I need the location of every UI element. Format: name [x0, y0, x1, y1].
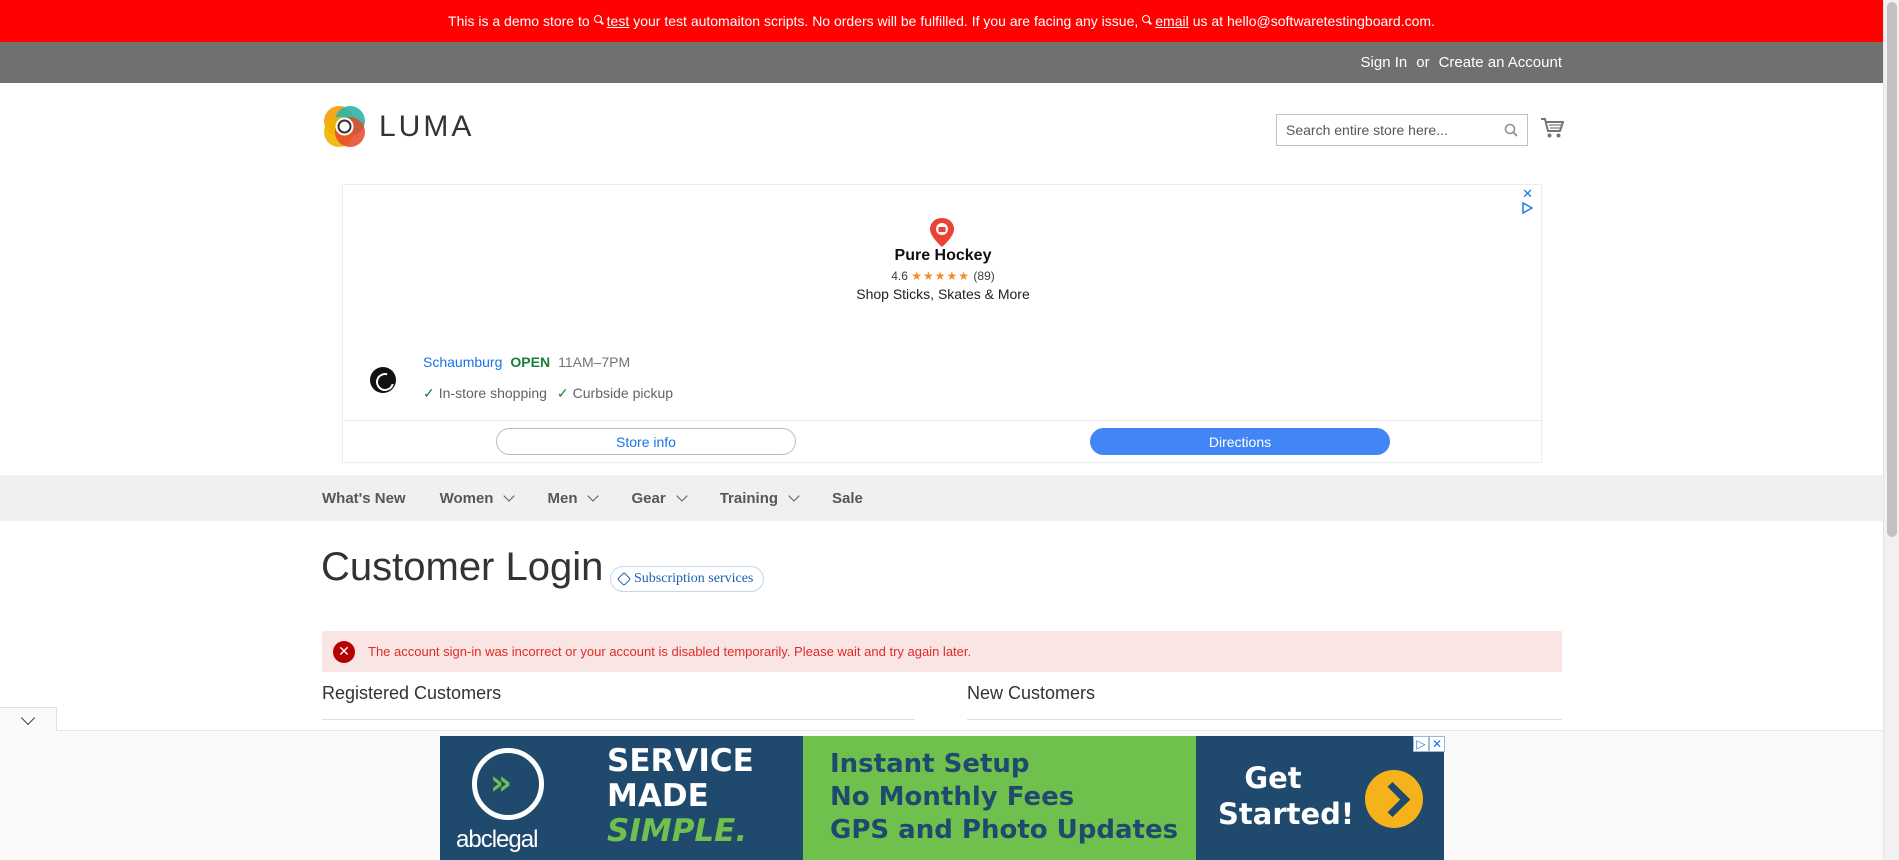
ad-headline-line: MADE — [607, 778, 709, 814]
registered-divider — [322, 719, 915, 720]
store-city[interactable]: Schaumburg — [423, 354, 502, 370]
rating-count: (89) — [973, 269, 995, 283]
close-icon[interactable]: ✕ — [1429, 736, 1445, 752]
create-account-link[interactable]: Create an Account — [1439, 54, 1562, 71]
demo-test-link[interactable]: test — [607, 13, 630, 29]
search-icon[interactable] — [1504, 123, 1518, 137]
page-title: Customer Login — [321, 545, 604, 589]
ad-feature-line: Instant Setup — [830, 749, 1030, 779]
search-input[interactable] — [1277, 115, 1497, 145]
ad-brand: abclegal — [456, 826, 538, 853]
nav-item-label: Sale — [832, 489, 863, 507]
scrollbar-thumb[interactable] — [1887, 2, 1897, 537]
demo-notice-text-3: us at hello@softwaretestingboard.com. — [1192, 13, 1435, 29]
rating-row: 4.6 ★★★★★ (89) — [343, 269, 1543, 283]
adchoices-icon[interactable] — [1521, 202, 1533, 214]
demo-notice-banner: This is a demo store to test your test a… — [0, 0, 1883, 42]
ad-cta-line: Started! — [1218, 797, 1355, 831]
double-chevron-icon: » — [490, 763, 512, 803]
header-panel: Sign In or Create an Account — [0, 42, 1883, 83]
cart-icon[interactable] — [1540, 117, 1564, 139]
chevron-down-icon — [788, 489, 800, 502]
nav-item-men[interactable]: Men — [547, 489, 600, 507]
nav-item-label: Women — [439, 489, 494, 507]
chevron-down-icon — [503, 489, 516, 502]
sign-in-link[interactable]: Sign In — [1361, 54, 1408, 71]
chevron-down-icon — [20, 710, 36, 726]
collapse-ad-button[interactable] — [0, 707, 57, 731]
logo-text: LUMA — [379, 109, 475, 143]
business-name[interactable]: Pure Hockey — [343, 247, 1543, 265]
chevron-down-icon — [587, 489, 600, 502]
ad-cta-text: Get Started! — [1218, 760, 1355, 832]
nav-item-women[interactable]: Women — [439, 489, 516, 507]
search-box — [1276, 114, 1528, 146]
nav-item-label: What's New — [322, 489, 406, 507]
demo-notice-text-2: your test automaiton scripts. No orders … — [633, 13, 1139, 29]
demo-notice-text-1: This is a demo store to — [448, 13, 590, 29]
ad-divider — [343, 420, 1543, 421]
ad-feature-line: No Monthly Fees — [830, 782, 1075, 812]
nav-list: What's New Women Men Gear Training Sale — [322, 475, 897, 521]
local-store-ad: ✕ Pure Hockey 4.6 ★★★★★ (89) Shop Sticks… — [342, 184, 1543, 463]
close-icon[interactable]: ✕ — [1522, 187, 1533, 202]
directions-button[interactable]: Directions — [1090, 428, 1390, 455]
error-text: The account sign-in was incorrect or you… — [368, 644, 972, 659]
adchoices-icon[interactable]: ▷ — [1413, 736, 1429, 752]
page-scrollbar[interactable] — [1883, 0, 1899, 860]
map-pin-icon — [930, 218, 954, 247]
search-icon — [1142, 15, 1152, 25]
badge-label: Subscription services — [634, 571, 754, 586]
store-features: ✓ In-store shopping ✓ Curbside pickup — [423, 385, 673, 402]
check-icon: ✓ — [556, 385, 569, 401]
rating-value: 4.6 — [891, 269, 908, 283]
open-status: OPEN — [510, 354, 551, 370]
demo-email-link[interactable]: email — [1155, 13, 1188, 29]
store-info-button[interactable]: Store info — [496, 428, 796, 455]
new-customers-title: New Customers — [967, 683, 1096, 703]
feature-item: ✓ In-store shopping — [423, 385, 547, 402]
ad-headline-line: SIMPLE. — [607, 813, 748, 849]
ad-headline-line: SERVICE — [607, 743, 754, 779]
ad-tagline: Shop Sticks, Skates & More — [856, 286, 1030, 302]
logo-link[interactable]: LUMA — [322, 104, 474, 149]
nav-item-label: Men — [547, 489, 578, 507]
feature-label: In-store shopping — [438, 385, 547, 401]
ad-features: Instant Setup No Monthly Fees GPS and Ph… — [830, 748, 1178, 847]
nav-item-whats-new[interactable]: What's New — [322, 490, 406, 507]
main-navigation: What's New Women Men Gear Training Sale — [0, 475, 1883, 521]
business-logo — [370, 367, 396, 393]
subscription-services-badge[interactable]: Subscription services — [610, 566, 765, 592]
cta-arrow-icon[interactable] — [1365, 770, 1423, 828]
page: This is a demo store to test your test a… — [0, 0, 1899, 860]
error-icon: ✕ — [333, 640, 355, 663]
nav-item-gear[interactable]: Gear — [631, 489, 688, 507]
check-icon: ✓ — [423, 385, 435, 401]
nav-item-training[interactable]: Training — [719, 489, 800, 507]
error-message: ✕ The account sign-in was incorrect or y… — [322, 631, 1562, 672]
search-icon — [593, 15, 604, 25]
feature-item: ✓ Curbside pickup — [557, 385, 673, 402]
tag-icon — [616, 571, 632, 587]
location-row: Schaumburg OPEN 11AM–7PM — [423, 354, 630, 370]
nav-item-sale[interactable]: Sale — [832, 490, 863, 507]
ad-feature-line: GPS and Photo Updates — [830, 815, 1179, 845]
ad-headline: SERVICE MADE SIMPLE. — [607, 744, 754, 849]
rating-stars: ★★★★★ — [911, 269, 971, 283]
header-links: Sign In or Create an Account — [1361, 42, 1562, 83]
store-hours: 11AM–7PM — [558, 354, 631, 370]
new-divider — [967, 719, 1562, 720]
registered-customers-title: Registered Customers — [322, 683, 502, 703]
nav-item-label: Gear — [631, 489, 666, 507]
luma-logo-icon — [324, 106, 365, 147]
ad-controls: ▷ ✕ — [1413, 736, 1445, 752]
feature-label: Curbside pickup — [572, 385, 674, 401]
chevron-down-icon — [676, 489, 688, 502]
ad-cta-line: Get — [1244, 761, 1302, 795]
nav-item-label: Training — [719, 489, 779, 507]
banner-ad[interactable]: » abclegal SERVICE MADE SIMPLE. Instant … — [440, 736, 1444, 860]
header-or-text: or — [1416, 54, 1430, 71]
